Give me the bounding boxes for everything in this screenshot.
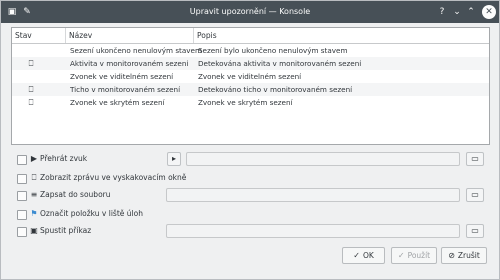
mark-taskbar-label[interactable]: Označit položku v liště úloh [40,207,143,221]
apply-label: Použít [407,251,431,260]
column-header-stav[interactable]: Stav [12,28,66,43]
document-icon: ≡ [30,190,38,199]
table-row[interactable]: ⎕ Aktivita v monitorovaném sezení Deteko… [12,57,489,70]
option-run-command: ▣ Spustit příkaz ▭ [1,224,499,240]
folder-icon[interactable]: ▭ [466,188,484,202]
play-sound-label[interactable]: Přehrát zvuk [40,152,87,166]
show-popup-label[interactable]: Zobrazit zprávu ve vyskakovacím okně [40,171,186,185]
event-description: Detekováno ticho v monitorovaném sezení [198,85,353,94]
events-table[interactable]: Stav Název Popis Sezení ukončeno nenulov… [11,27,490,145]
table-row[interactable]: ⎕ Ticho v monitorovaném sezení Detekován… [12,83,489,96]
command-field[interactable] [166,224,460,238]
play-sound-checkbox[interactable] [17,155,27,165]
ok-label: OK [362,251,374,260]
window-title: Upravit upozornění — Konsole [189,7,311,16]
ok-button[interactable]: ✓ OK [342,247,385,264]
popup-icon: ⎕ [28,98,34,107]
apply-button[interactable]: ✓ Použít [391,247,437,264]
event-name: Zvonek ve viditelném sezení [70,72,174,81]
flag-icon: ⚑ [30,209,38,218]
check-icon: ✓ [397,251,405,260]
cancel-label: Zrušit [457,251,480,260]
option-show-popup: ⎕ Zobrazit zprávu ve vyskakovacím okně [1,171,499,187]
cancel-button[interactable]: ⊘ Zrušit [441,247,487,264]
table-header: Stav Název Popis [12,28,489,44]
mark-taskbar-checkbox[interactable] [17,210,27,220]
popup-icon: ⎕ [31,173,37,182]
table-row[interactable]: Sezení ukončeno nenulovým stavem Sezení … [12,44,489,57]
popup-icon: ⎕ [28,85,34,94]
event-description: Sezení bylo ukončeno nenulovým stavem [198,46,348,55]
popup-icon: ⎕ [28,59,34,68]
log-file-checkbox[interactable] [17,191,27,201]
log-file-field[interactable] [166,188,460,202]
close-button[interactable]: ✕ [482,5,496,19]
cancel-icon: ⊘ [448,251,455,260]
run-command-label[interactable]: Spustit příkaz [40,224,91,238]
option-mark-taskbar: ⚑ Označit položku v liště úloh [1,207,499,223]
folder-icon[interactable]: ▭ [466,224,484,238]
event-name: Ticho v monitorovaném sezení [70,85,181,94]
notification-dialog: ▣ ✎ Upravit upozornění — Konsole ? ⌄ ⌃ ✕… [0,0,500,280]
minimize-button[interactable]: ⌄ [452,1,462,23]
check-icon: ✓ [353,251,360,260]
help-button[interactable]: ? [437,1,447,23]
log-file-label[interactable]: Zapsat do souboru [40,188,111,202]
terminal-icon: ▣ [30,226,38,235]
folder-icon[interactable]: ▭ [466,152,484,166]
run-command-checkbox[interactable] [17,227,27,237]
event-name: Zvonek ve skrytém sezení [70,98,165,107]
option-play-sound: ▶ Přehrát zvuk ▸ ▭ [1,152,499,168]
table-row[interactable]: ⎕ Zvonek ve skrytém sezení Zvonek ve skr… [12,96,489,109]
column-header-description[interactable]: Popis [194,28,489,43]
event-description: Zvonek ve viditelném sezení [198,72,302,81]
option-log-file: ≡ Zapsat do souboru ▭ [1,188,499,204]
sound-file-field[interactable] [186,152,460,166]
show-popup-checkbox[interactable] [17,174,27,184]
event-name: Sezení ukončeno nenulovým stavem [70,46,202,55]
event-description: Detekována aktivita v monitorovaném seze… [198,59,362,68]
event-description: Zvonek ve skrytém sezení [198,98,293,107]
column-header-name[interactable]: Název [66,28,194,43]
table-row[interactable]: Zvonek ve viditelném sezení Zvonek ve vi… [12,70,489,83]
event-name: Aktivita v monitorovaném sezení [70,59,189,68]
title-bar[interactable]: ▣ ✎ Upravit upozornění — Konsole ? ⌄ ⌃ ✕ [1,1,499,23]
test-sound-button[interactable]: ▸ [167,152,181,166]
play-icon: ▶ [30,154,38,163]
maximize-button[interactable]: ⌃ [466,1,476,23]
